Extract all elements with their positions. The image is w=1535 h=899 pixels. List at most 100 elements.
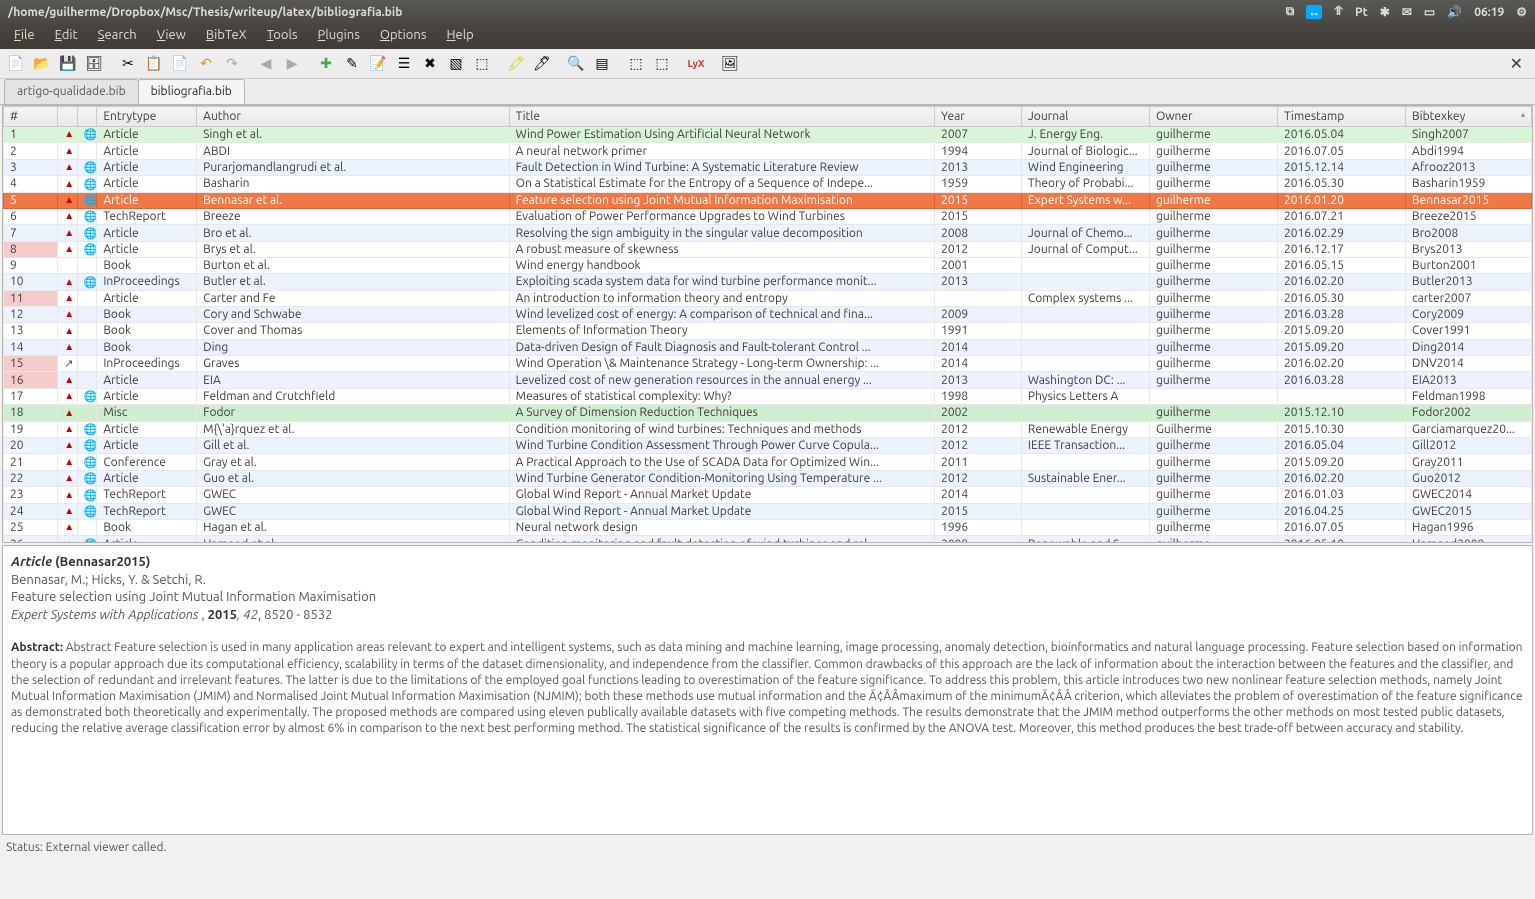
table-row[interactable]: 3▲🌐ArticlePurarjomandlangrudi et al.Faul… <box>4 159 1532 175</box>
menu-tools[interactable]: Tools <box>257 24 308 49</box>
column-header[interactable]: Timestamp <box>1277 107 1405 127</box>
lyx-button[interactable]: LyX <box>684 52 708 76</box>
forward-button[interactable]: ▶ <box>280 52 304 76</box>
volume-icon[interactable]: 🔊 <box>1447 5 1462 19</box>
column-header[interactable]: Author <box>197 107 510 127</box>
paste-button[interactable]: 📄 <box>168 52 192 76</box>
table-row[interactable]: 10▲🌐InProceedingsButler et al.Exploiting… <box>4 274 1532 290</box>
column-header[interactable]: Entrytype <box>97 107 197 127</box>
menu-view[interactable]: View <box>147 24 196 49</box>
cell: 2016.02.20 <box>1277 470 1405 486</box>
preview-toggle-button[interactable]: ▤ <box>590 52 614 76</box>
unmark-button[interactable]: 🖊 <box>530 52 554 76</box>
table-row[interactable]: 8▲🌐ArticleBrys et al.A robust measure of… <box>4 241 1532 257</box>
edit-strings-button[interactable]: 📝 <box>366 52 390 76</box>
table-row[interactable]: 7▲🌐ArticleBro et al.Resolving the sign a… <box>4 225 1532 241</box>
table-row[interactable]: 24▲🌐TechReportGWECGlobal Wind Report - A… <box>4 503 1532 519</box>
menu-options[interactable]: Options <box>370 24 437 49</box>
teamviewer-icon[interactable]: ↔ <box>1306 5 1322 19</box>
redo-button[interactable]: ↷ <box>220 52 244 76</box>
settings-gear-icon[interactable]: ⚙ <box>1516 5 1527 19</box>
column-header[interactable]: Title <box>509 107 934 127</box>
mail-icon[interactable]: ✉ <box>1402 5 1412 19</box>
table-row[interactable]: 13▲BookCover and ThomasElements of Infor… <box>4 323 1532 339</box>
table-row[interactable]: 22▲🌐ArticleGuo et al.Wind Turbine Genera… <box>4 470 1532 486</box>
table-row[interactable]: 19▲🌐ArticleM{\'a}rquez et al.Condition m… <box>4 421 1532 437</box>
cell: Article <box>97 225 197 241</box>
keyboard-indicator[interactable]: Pt <box>1355 6 1368 19</box>
tool2-button[interactable]: ▧ <box>444 52 468 76</box>
menu-edit[interactable]: Edit <box>45 24 88 49</box>
entry-table-scroll[interactable]: # EntrytypeAuthorTitleYearJournalOwnerTim… <box>2 105 1533 543</box>
table-row[interactable]: 17▲🌐ArticleFeldman and CrutchfieldMeasur… <box>4 388 1532 404</box>
column-header[interactable]: Journal <box>1021 107 1149 127</box>
cell: 2012 <box>935 241 1022 257</box>
tool1-button[interactable]: ✖ <box>418 52 442 76</box>
table-row[interactable]: 21▲🌐ConferenceGray et al.A Practical App… <box>4 454 1532 470</box>
cut-button[interactable]: ✂ <box>116 52 140 76</box>
menu-plugins[interactable]: Plugins <box>308 24 370 49</box>
table-row[interactable]: 1▲🌐ArticleSingh et al.Wind Power Estimat… <box>4 127 1532 143</box>
new-entry-button[interactable]: ✚ <box>314 52 338 76</box>
table-row[interactable]: 4▲🌐ArticleBasharinOn a Statistical Estim… <box>4 176 1532 192</box>
table-row[interactable]: 26▲🌐ArticleHameed et al.Condition monito… <box>4 536 1532 543</box>
back-button[interactable]: ◀ <box>254 52 278 76</box>
copy-button[interactable]: 📋 <box>142 52 166 76</box>
tab-0[interactable]: artigo-qualidade.bib <box>4 79 139 104</box>
wifi-icon[interactable]: ⥣ <box>1334 5 1343 19</box>
cell: 2016.02.20 <box>1277 274 1405 290</box>
table-row[interactable]: 14▲BookDingData-driven Design of Fault D… <box>4 339 1532 355</box>
table-row[interactable]: 11▲ArticleCarter and FeAn introduction t… <box>4 290 1532 306</box>
pdf-icon: ▲ <box>58 470 78 486</box>
table-row[interactable]: 18▲MiscFodorA Survey of Dimension Reduct… <box>4 405 1532 421</box>
web-icon: 🌐 <box>77 192 97 208</box>
menu-file[interactable]: File <box>4 24 45 49</box>
column-header[interactable]: Year <box>935 107 1022 127</box>
tab-1[interactable]: bibliografia.bib <box>138 79 245 104</box>
push-button[interactable]: ⬚ <box>624 52 648 76</box>
column-header[interactable]: Owner <box>1149 107 1277 127</box>
save-button[interactable]: 💾 <box>56 52 80 76</box>
row-number: 23 <box>4 487 58 503</box>
mark-button[interactable]: 🖍 <box>504 52 528 76</box>
delete-entry-button[interactable]: ☰ <box>392 52 416 76</box>
clock[interactable]: 06:19 <box>1474 6 1504 19</box>
edit-entry-button[interactable]: ✎ <box>340 52 364 76</box>
row-number: 25 <box>4 519 58 535</box>
undo-button[interactable]: ↶ <box>194 52 218 76</box>
table-row[interactable]: 15↗InProceedingsGravesWind Operation \& … <box>4 356 1532 372</box>
push2-button[interactable]: ⬚ <box>650 52 674 76</box>
column-header[interactable] <box>58 107 78 127</box>
table-row[interactable]: 20▲🌐ArticleGill et al.Wind Turbine Condi… <box>4 438 1532 454</box>
web-icon: 🌐 <box>77 127 97 143</box>
menu-bibtex[interactable]: BibTeX <box>196 24 257 49</box>
table-row[interactable]: 2▲ArticleABDIA neural network primer1994… <box>4 143 1532 159</box>
cell: Wind Engineering <box>1021 159 1149 175</box>
table-row[interactable]: 16▲ArticleEIALevelized cost of new gener… <box>4 372 1532 388</box>
menu-help[interactable]: Help <box>436 24 483 49</box>
bluetooth-icon[interactable]: ✱ <box>1380 5 1390 19</box>
table-row[interactable]: 25▲BookHagan et al.Neural network design… <box>4 519 1532 535</box>
column-header[interactable]: # <box>4 107 58 127</box>
table-row[interactable]: 6▲🌐TechReportBreezeEvaluation of Power P… <box>4 208 1532 224</box>
dropbox-icon[interactable]: ⧉ <box>1286 5 1295 19</box>
column-header[interactable] <box>77 107 97 127</box>
entry-table: # EntrytypeAuthorTitleYearJournalOwnerTim… <box>3 106 1532 543</box>
tool3-button[interactable]: ⬚ <box>470 52 494 76</box>
cell: Cover and Thomas <box>197 323 510 339</box>
table-row[interactable]: 23▲🌐TechReportGWECGlobal Wind Report - A… <box>4 487 1532 503</box>
toolbar-close-button[interactable]: ✕ <box>1502 54 1531 73</box>
open-file-button[interactable]: 📂 <box>30 52 54 76</box>
column-header[interactable]: Bibtexkey <box>1406 107 1532 127</box>
menu-search[interactable]: Search <box>88 24 147 49</box>
table-row[interactable]: 9BookBurton et al.Wind energy handbook20… <box>4 258 1532 274</box>
battery-icon[interactable]: ▭ <box>1424 5 1435 19</box>
search-button[interactable]: 🔍 <box>564 52 588 76</box>
save-all-button[interactable]: 🗄 <box>82 52 106 76</box>
cell: 2016.07.05 <box>1277 519 1405 535</box>
table-row[interactable]: 5▲🌐ArticleBennasar et al.Feature selecti… <box>4 192 1532 208</box>
table-row[interactable]: 12▲BookCory and SchwabeWind levelized co… <box>4 306 1532 322</box>
new-file-button[interactable]: 📄 <box>4 52 28 76</box>
cell: Brys et al. <box>197 241 510 257</box>
image-button[interactable]: 🖼 <box>718 52 742 76</box>
